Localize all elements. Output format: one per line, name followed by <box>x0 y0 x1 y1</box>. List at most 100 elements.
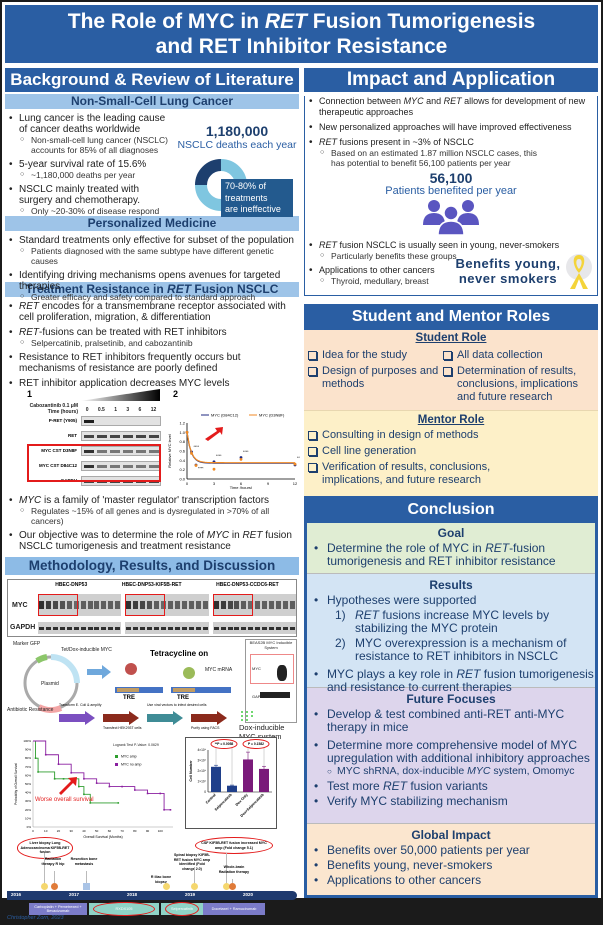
blot-band <box>52 626 58 630</box>
censor-mark <box>70 772 72 774</box>
p-value-label: **P = 0.0058 <box>215 742 234 746</box>
blot-band <box>147 626 153 630</box>
highlight-ellipse <box>93 902 155 916</box>
time-tick-label: 1 <box>114 407 117 413</box>
blot-band <box>154 626 160 630</box>
blot-group-label: HBEC-DNP53 <box>55 582 88 588</box>
censor-mark <box>34 757 37 759</box>
x-tick-label: 0 <box>32 829 34 833</box>
tre-label-2: TRE <box>177 695 189 701</box>
blot-band <box>80 601 86 609</box>
legend-swatch <box>115 755 118 758</box>
y-tick-label: 30% <box>25 799 31 803</box>
legend-label: MYC amp <box>121 755 137 759</box>
y-tick-label: 0.4 <box>179 458 185 463</box>
p-value-label: P = 0.1582 <box>248 742 264 746</box>
legend-label: MYC no amp <box>121 763 141 767</box>
deaths-stat-label: NSCLC deaths each year <box>177 139 297 151</box>
time-tick-label: 3 <box>126 407 130 413</box>
blot-band <box>174 626 180 630</box>
censor-mark <box>108 785 111 788</box>
antibiotic-label: Antibiotic Resistance <box>7 707 54 713</box>
impact-section: Connection between MYC and RET allows fo… <box>304 96 598 296</box>
timeline-connector <box>194 867 195 883</box>
global-impact-heading: Global Impact <box>411 828 491 842</box>
nsclc-bullets: Lung cancer is the leading cause of canc… <box>5 113 173 216</box>
timeline-bar: 2016 2017 2018 2019 2020 <box>7 891 297 900</box>
blot-band <box>133 626 139 630</box>
blot-band <box>220 626 226 630</box>
data-point <box>239 458 243 461</box>
list-item: RET-fusions can be treated with RET inhi… <box>5 327 299 348</box>
timeline-event: Radiation therapy R hip <box>41 857 65 866</box>
y-tick-label: 1.0 <box>179 430 185 435</box>
x-tick-label: Control <box>205 793 217 805</box>
patients-stat-number: 56,100 <box>429 170 473 186</box>
y-axis-label: Probability of Overall Survival <box>14 763 18 805</box>
personalized-heading: Personalized Medicine <box>5 216 299 231</box>
y-tick-label: 0.0 <box>179 477 185 482</box>
student-role-heading: Student Role <box>415 332 487 344</box>
timeline-marker <box>163 883 170 890</box>
ineffective-callout: 70-80% of treatments are ineffective <box>221 179 293 217</box>
blot-band <box>136 420 146 423</box>
title-text: Fusion Tumorigenesis <box>306 10 536 33</box>
personalized-bullets: Standard treatments only effective for s… <box>5 235 299 302</box>
blot-band <box>38 626 44 630</box>
blot-band <box>115 626 121 630</box>
blot-strip <box>38 594 296 616</box>
mentor-role-list: Consulting in design of methods Cell lin… <box>304 429 514 487</box>
y-tick-label: 0.2 <box>179 467 185 472</box>
y-tick-label: 4×10⁴ <box>197 748 206 752</box>
blot-band <box>255 626 261 630</box>
blot-strip <box>38 622 296 634</box>
list-item: Identifying driving mechanisms opens ave… <box>5 270 299 302</box>
x-tick-label: 50 <box>95 829 99 833</box>
blot-band <box>167 601 173 609</box>
censor-mark <box>44 753 47 756</box>
title-text: The Role of MYC in <box>67 10 265 33</box>
x-tick-label: 90 <box>146 829 150 833</box>
y-tick-label: 3×10⁴ <box>197 759 206 763</box>
myc-mrna-label: MYC mRNA <box>205 667 233 673</box>
timeline-marker <box>51 883 58 890</box>
blot-band <box>195 601 201 609</box>
x-tick-label: 100 <box>158 829 163 833</box>
blot-band <box>276 626 282 630</box>
blot-band <box>101 626 107 630</box>
timeline-year: 2020 <box>243 892 254 897</box>
censor-mark <box>159 792 162 795</box>
blot-band <box>167 626 173 630</box>
list-item: Applications to other cancers <box>307 874 595 888</box>
cell-dot <box>241 711 243 713</box>
timeline-marker <box>41 883 48 890</box>
patients-stat-label: Patients benefited per year <box>385 185 517 197</box>
cell-dot <box>241 719 243 721</box>
people-group-icon <box>423 200 479 235</box>
fig1-treatment-label: Cabozantinib 0.1 μM Time (hours) <box>29 403 78 415</box>
blot-band <box>73 626 79 630</box>
blot-band <box>108 601 114 609</box>
dose-gradient-triangle <box>80 389 160 401</box>
blot-band <box>94 626 100 630</box>
blot-group-label: HBEC-DNP53-CCDC6-RET <box>216 582 279 588</box>
process-step-label: Purify using FACS <box>191 726 220 730</box>
treatment-block: Carboplatin + Pemetrexed + Bevacizumab <box>29 903 87 915</box>
x-tick-label: 30 <box>70 829 74 833</box>
methods-heading: Methodology, Results, and Discussion <box>5 557 299 575</box>
list-item: NSCLC mainly treated with surgery and ch… <box>5 184 173 216</box>
left-column: Background & Review of Literature Non-Sm… <box>5 68 300 921</box>
blot-lane <box>38 594 122 616</box>
student-role-section: Student Role Idea for the study Design o… <box>304 330 598 410</box>
blot-band <box>149 420 159 423</box>
blot-band <box>276 601 282 609</box>
timeline-marker <box>229 883 236 890</box>
y-tick-label: 70% <box>25 765 31 769</box>
blot-band <box>123 420 133 423</box>
data-point <box>293 462 297 466</box>
blot-lane <box>38 622 122 634</box>
process-arrow-icon <box>59 711 95 725</box>
blot-row-label: GAPDH <box>10 624 36 631</box>
deaths-stat-number: 1,180,000 <box>205 123 269 139</box>
highlight-box <box>38 594 78 616</box>
